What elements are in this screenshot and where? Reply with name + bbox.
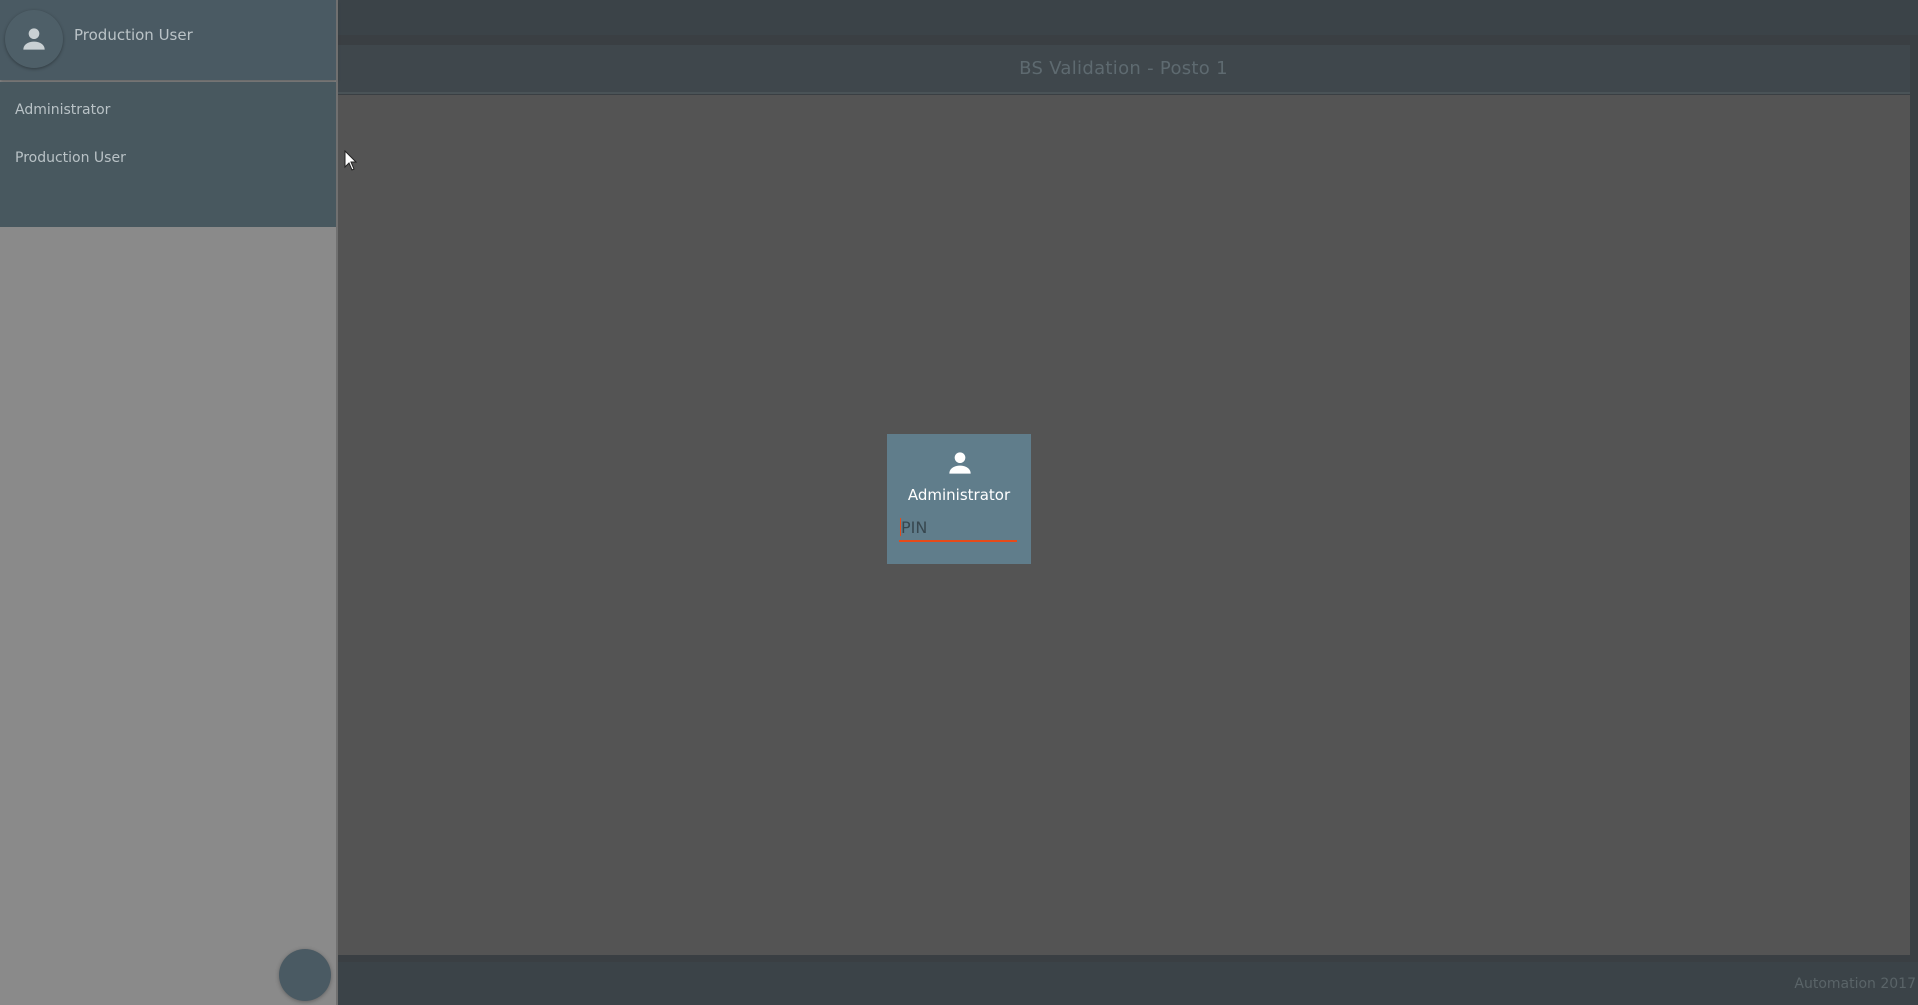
drawer-header: Production User	[0, 0, 337, 80]
avatar	[5, 10, 63, 68]
login-user-name: Administrator	[907, 486, 1011, 504]
person-icon	[23, 28, 45, 50]
mouse-cursor-icon	[344, 150, 358, 171]
login-card[interactable]: Administrator	[887, 434, 1031, 564]
main-area	[337, 95, 1910, 955]
user-item-administrator[interactable]: Administrator	[15, 102, 110, 118]
title-bar: BS Validation - Posto 1	[337, 45, 1910, 94]
text-caret	[900, 518, 901, 536]
current-user-name: Production User	[74, 26, 193, 44]
footer-text: Automation 2017	[1794, 976, 1916, 992]
pin-input[interactable]	[899, 514, 1017, 542]
person-icon	[949, 452, 971, 474]
drawer-divider	[336, 0, 338, 1005]
floating-action-button[interactable]	[279, 949, 331, 1001]
user-list: Administrator Production User	[0, 82, 337, 227]
user-drawer: Production User Administrator Production…	[0, 0, 337, 1005]
page-title: BS Validation - Posto 1	[1019, 58, 1228, 79]
user-item-production-user[interactable]: Production User	[15, 150, 126, 166]
